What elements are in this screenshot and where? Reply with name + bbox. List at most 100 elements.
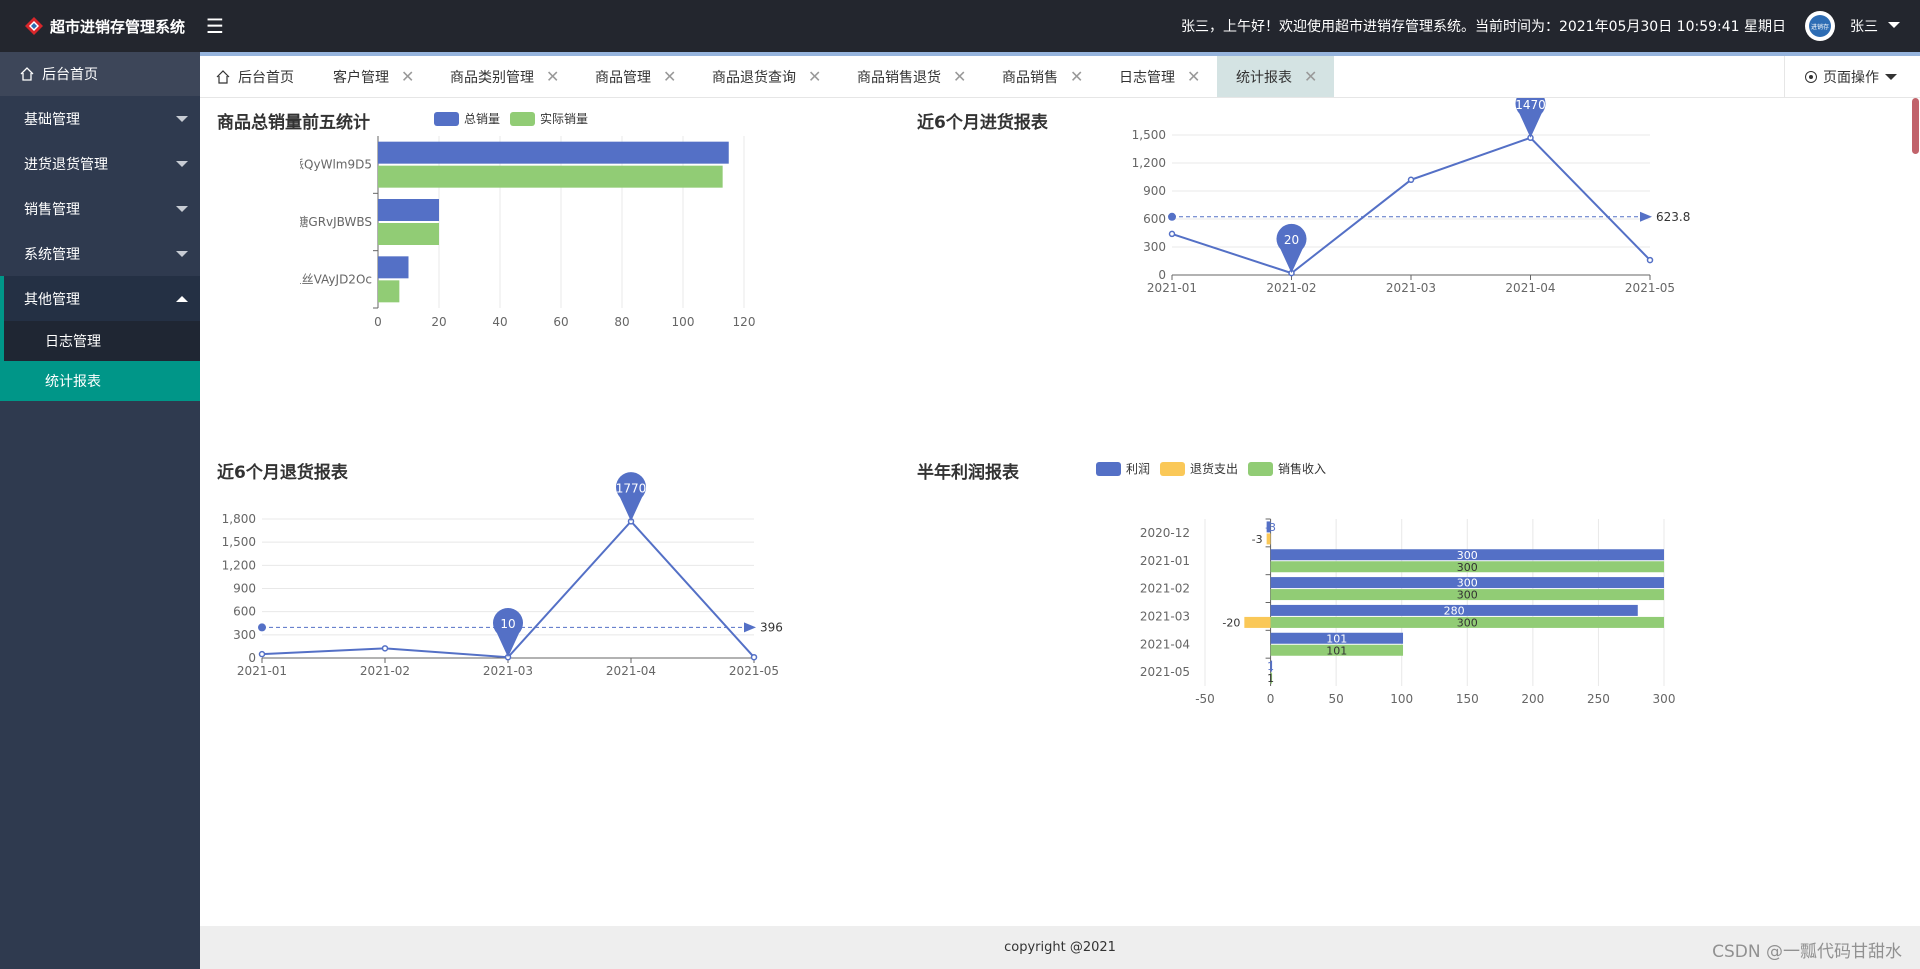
report-content: 商品总销量前五统计 总销量 实际销量 020406080100120蛋黄派QyW…	[200, 98, 1913, 926]
bar	[378, 223, 439, 245]
y-tick-label: 2021-03	[1140, 609, 1190, 623]
home-icon	[20, 67, 34, 81]
tab-home[interactable]: 后台首页	[216, 56, 294, 97]
data-label: -3	[1252, 533, 1263, 546]
sidebar-group-sales[interactable]: 销售管理	[0, 186, 200, 231]
bar	[378, 199, 439, 221]
tab-label: 商品退货查询	[712, 69, 796, 86]
avatar[interactable]: 进销存	[1805, 11, 1835, 41]
y-tick-label: 900	[233, 582, 256, 596]
tab-customer[interactable]: 客户管理 ✕	[333, 56, 414, 97]
x-tick-label: 2021-05	[1625, 281, 1675, 295]
tab-goods-return-query[interactable]: 商品退货查询 ✕	[712, 56, 821, 97]
bar	[378, 141, 729, 164]
page-actions-label: 页面操作	[1823, 69, 1879, 86]
close-icon[interactable]: ✕	[953, 67, 966, 86]
tab-sales-return[interactable]: 商品销售退货 ✕	[857, 56, 966, 97]
app-title: 超市进销存管理系统	[50, 17, 186, 36]
tab-category[interactable]: 商品类别管理 ✕	[450, 56, 559, 97]
chevron-down-icon	[1885, 73, 1897, 80]
sidebar-item-report[interactable]: 统计报表	[0, 361, 200, 401]
x-tick-label: 50	[1329, 692, 1344, 706]
top-header: 超市进销存管理系统 ☰ 张三，上午好！欢迎使用超市进销存管理系统。当前时间为：2…	[0, 0, 1920, 52]
close-icon[interactable]: ✕	[663, 67, 676, 86]
sidebar-group-label: 销售管理	[24, 201, 80, 218]
x-tick-label: 250	[1587, 692, 1610, 706]
y-tick-label: 跳跳糖GRvJBWBS	[300, 214, 372, 229]
close-icon[interactable]: ✕	[401, 67, 414, 86]
x-tick-label: 300	[1653, 692, 1676, 706]
page-actions-dropdown[interactable]: 页面操作	[1784, 56, 1920, 97]
y-tick-label: 0	[1158, 268, 1166, 282]
tab-sales[interactable]: 商品销售 ✕	[1002, 56, 1083, 97]
close-icon[interactable]: ✕	[1070, 67, 1083, 86]
tab-label: 统计报表	[1236, 69, 1292, 86]
average-arrow	[744, 622, 756, 633]
close-icon[interactable]: ✕	[1187, 67, 1200, 86]
data-label: 1	[1267, 672, 1274, 685]
x-tick-label: 0	[374, 315, 382, 329]
tab-log[interactable]: 日志管理 ✕	[1119, 56, 1200, 97]
sidebar-group-purchase[interactable]: 进货退货管理	[0, 141, 200, 186]
x-tick-label: 100	[672, 315, 695, 329]
tab-label: 客户管理	[333, 69, 389, 86]
x-tick-label: -50	[1195, 692, 1215, 706]
average-start-point	[1168, 212, 1176, 221]
sidebar-group-label: 系统管理	[24, 246, 80, 263]
data-point	[381, 645, 389, 652]
profit-halfyear-chart: -50 0 50 100 150 200 250 300 2020-12 -3-3 2021-01 3…	[1140, 518, 1676, 706]
bar	[378, 165, 723, 188]
sidebar-group-basic[interactable]: 基础管理	[0, 96, 200, 141]
chevron-down-icon	[176, 161, 188, 167]
menu-toggle-icon[interactable]: ☰	[206, 15, 228, 37]
x-tick-label: 2021-01	[237, 664, 287, 678]
tab-goods[interactable]: 商品管理 ✕	[595, 56, 676, 97]
average-label: 623.8	[1656, 210, 1690, 224]
y-tick-label: 蛋黄派QyWlm9D5	[300, 158, 372, 172]
x-tick-label: 2021-02	[1266, 281, 1316, 295]
close-icon[interactable]: ✕	[1304, 67, 1317, 86]
data-label: 300	[1457, 616, 1478, 629]
x-tick-label: 0	[1267, 692, 1275, 706]
sidebar-group-label: 基础管理	[24, 111, 80, 128]
tab-report[interactable]: 统计报表 ✕	[1217, 56, 1334, 97]
chevron-down-icon	[176, 251, 188, 257]
data-label: 300	[1457, 589, 1478, 602]
chart-title: 半年利润报表	[917, 463, 1019, 483]
sidebar-group-other[interactable]: 其他管理	[0, 276, 200, 321]
tab-label: 商品销售退货	[857, 69, 941, 86]
sidebar-group-label: 进货退货管理	[24, 156, 108, 173]
watermark: CSDN @一瓢代码甘甜水	[1712, 942, 1902, 962]
x-tick-label: 150	[1456, 692, 1479, 706]
user-menu-caret-icon[interactable]	[1888, 22, 1900, 28]
data-label: -20	[1222, 616, 1240, 629]
username[interactable]: 张三	[1850, 16, 1878, 36]
y-tick-label: 300	[233, 628, 256, 642]
y-tick-label: 1,500	[1132, 128, 1166, 142]
y-tick-label: 2021-01	[1140, 554, 1190, 568]
series-line	[1171, 136, 1651, 275]
copyright-text: copyright @2021	[1004, 940, 1116, 955]
sidebar-item-label: 后台首页	[42, 67, 98, 83]
sidebar-item-home[interactable]: 后台首页	[0, 52, 200, 96]
x-tick-label: 200	[1521, 692, 1544, 706]
purchase-6month-chart: 0 300 600 900 1,200 1,500 2021-01 2021-02 2021-0…	[1132, 98, 1690, 295]
bar	[378, 280, 400, 303]
max-marker-label: 1470	[1515, 98, 1546, 112]
sidebar-group-system[interactable]: 系统管理	[0, 231, 200, 276]
return-6month-chart: 0 300 600 900 1,200 1,500 1,800 2021-01 2021-02 2…	[222, 472, 783, 678]
sidebar-item-log[interactable]: 日志管理	[0, 321, 200, 361]
tab-label: 后台首页	[238, 69, 294, 86]
scrollbar-thumb[interactable]	[1912, 98, 1919, 154]
tab-label: 商品销售	[1002, 69, 1058, 86]
app-logo[interactable]: 超市进销存管理系统	[24, 14, 185, 38]
x-tick-label: 100	[1390, 692, 1413, 706]
vertical-scrollbar[interactable]	[1909, 98, 1920, 926]
x-tick-label: 2021-03	[1386, 281, 1436, 295]
close-icon[interactable]: ✕	[546, 67, 559, 86]
average-start-point	[258, 623, 266, 632]
sidebar-item-label: 日志管理	[45, 334, 101, 350]
x-tick-label: 40	[492, 315, 507, 329]
sales-top5-chart: 0 20 40 60 80 100 120 蛋黄派QyWlm9D5 跳跳糖GRvJBWBS 鱿鱼丝…	[300, 136, 755, 329]
close-icon[interactable]: ✕	[808, 67, 821, 86]
